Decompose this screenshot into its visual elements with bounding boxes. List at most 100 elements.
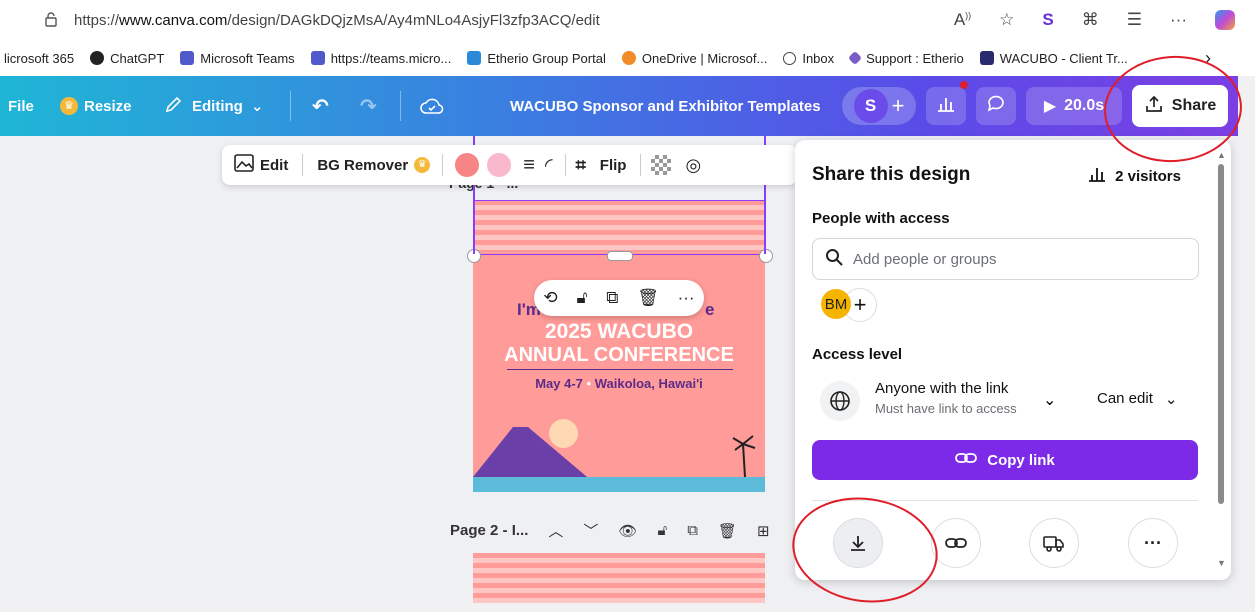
globe-icon [820,381,860,421]
selection-box[interactable] [473,200,765,255]
color-swatch-pink[interactable] [487,153,512,177]
resize-label: Resize [84,97,132,115]
puzzle-icon[interactable]: ⌘ [1082,10,1099,30]
divider [290,91,291,121]
comment-add-icon[interactable]: ⟲ [543,288,557,308]
insights-button[interactable] [926,81,968,125]
link-access-dropdown[interactable]: Anyone with the link Must have link to a… [875,380,1017,416]
add-people-input[interactable]: Add people or groups [812,238,1199,280]
more-icon[interactable]: ··· [678,288,695,308]
design-text-e[interactable]: e [705,300,714,320]
design-dates[interactable]: May 4-7 • Waikoloa, Hawai'i [473,376,765,391]
avatar[interactable]: BM [821,289,851,319]
wacubo-icon [979,51,994,65]
globe-icon [783,51,797,65]
duplicate-icon[interactable]: ⧉ [606,288,618,308]
public-link-button[interactable] [931,518,981,568]
print-delivery-button[interactable] [1029,518,1079,568]
image-edit-icon [234,154,254,176]
design-heading-year[interactable]: 2025 WACUBO [473,320,765,344]
pencil-icon [164,94,184,118]
scroll-up-icon[interactable]: ▲ [1217,150,1226,160]
chevron-down-icon: ⌄ [250,98,264,115]
bookmark-microsoft-365[interactable]: licrosoft 365 [4,51,74,66]
scroll-down-icon[interactable]: ▼ [1217,558,1226,568]
collaborators-group[interactable]: S + [842,87,916,125]
cloud-save-icon[interactable] [420,76,444,136]
comments-button[interactable] [976,87,1016,125]
editing-dropdown[interactable]: Editing ⌄ [164,76,263,136]
border-weight-icon[interactable]: ≡ [523,154,535,177]
design-page-2[interactable] [473,553,765,603]
share-panel-title: Share this design [812,164,971,185]
more-options-button[interactable]: ··· [1128,518,1178,568]
more-icon[interactable]: ··· [1170,10,1187,30]
color-swatch-coral[interactable] [455,153,480,177]
add-page-icon[interactable]: ⊞ [757,522,770,540]
chevron-down-icon: ⌄ [1164,391,1178,408]
page-label[interactable]: Page 2 - I... [450,522,528,539]
page-2-controls: Page 2 - I... ︿ ﹀ 👁︎ 🔓︎ ⧉ 🗑︎ ⊞ [450,520,770,541]
bookmark-onedrive[interactable]: OneDrive | Microsof... [621,51,767,66]
read-aloud-icon[interactable]: A)) [954,10,971,30]
favorites-list-icon[interactable]: ☰ [1127,10,1142,30]
permission-label: Can edit [1097,390,1153,407]
bookmark-label: WACUBO - Client Tr... [999,50,1128,66]
crop-icon[interactable]: ⌗ [576,155,586,176]
avatar[interactable]: S [853,89,888,123]
bookmark-etherio-portal[interactable]: Etherio Group Portal [467,51,606,66]
bookmark-wacubo[interactable]: WACUBO - Client Tr... [979,50,1128,66]
bg-remover-button[interactable]: BG Remover ♛ [317,157,431,174]
trash-icon[interactable]: 🗑︎ [718,522,737,540]
chevron-down-icon[interactable]: ﹀ [583,520,598,541]
design-title[interactable]: WACUBO Sponsor and Exhibitor Templates [510,76,821,136]
chevron-down-icon[interactable]: ⌄ [1043,390,1056,410]
chevron-up-icon[interactable]: ︿ [548,520,563,541]
lock-icon[interactable]: 🔓︎ [576,288,587,308]
bookmark-teams[interactable]: Microsoft Teams [180,51,295,66]
bookmark-chatgpt[interactable]: ChatGPT [90,51,164,66]
undo-icon[interactable]: ↶ [312,76,329,136]
bookmark-support-etherio[interactable]: Support : Etherio [848,50,964,66]
favorite-star-icon[interactable]: ☆ [999,10,1014,30]
panel-scrollbar[interactable]: ▲ ▼ [1216,150,1226,570]
copy-link-button[interactable]: Copy link [812,440,1198,480]
onedrive-icon [621,51,636,65]
lock-icon[interactable]: 🔓︎ [657,522,667,539]
element-quick-actions: ⟲ 🔓︎ ⧉ 🗑︎ ··· [534,280,704,316]
visitors-count[interactable]: 2 visitors [1087,166,1181,186]
add-collaborator-icon[interactable]: + [892,93,905,119]
corner-rounding-icon[interactable]: ◜ [545,153,553,178]
island-illustration[interactable] [473,422,765,492]
bookmark-teams-url[interactable]: https://teams.micro... [310,51,451,66]
file-menu[interactable]: File [8,76,34,136]
support-icon [848,50,863,66]
bookmark-label: Etherio Group Portal [487,50,606,66]
design-heading-conference[interactable]: ANNUAL CONFERENCE [473,344,765,367]
permission-dropdown[interactable]: Can edit ⌄ [1097,390,1177,408]
copilot-icon[interactable] [1215,10,1235,30]
extension-icon[interactable]: S [1042,10,1053,30]
transparency-icon[interactable] [651,155,672,175]
edit-image-button[interactable]: Edit [234,154,288,176]
trash-icon[interactable]: 🗑︎ [637,288,659,308]
effects-icon[interactable]: ◎ [685,155,701,176]
redo-icon[interactable]: ↷ [360,76,377,136]
design-page-1[interactable]: I'm e 2025 WACUBO ANNUAL CONFERENCE May … [473,200,765,492]
teams-icon [180,51,195,65]
resize-handle-bottom[interactable] [607,251,633,261]
scrollbar-thumb[interactable] [1218,164,1224,504]
duplicate-icon[interactable]: ⧉ [687,522,698,539]
address-bar[interactable]: https://www.canva.com/design/DAGkDQjzMsA… [26,6,716,34]
hide-page-icon[interactable]: 👁︎ [618,522,637,540]
resize-button[interactable]: ♛ Resize [60,76,132,136]
browser-url-bar: https://www.canva.com/design/DAGkDQjzMsA… [0,0,1255,40]
site-info-icon[interactable] [44,11,62,30]
resize-handle-right[interactable] [759,249,773,263]
divider [442,154,444,176]
divider [400,91,401,121]
flip-button[interactable]: Flip [600,157,627,174]
bookmark-label: licrosoft 365 [4,50,75,66]
bookmark-inbox[interactable]: Inbox [783,51,834,66]
url-domain: www.canva.com [119,11,228,29]
